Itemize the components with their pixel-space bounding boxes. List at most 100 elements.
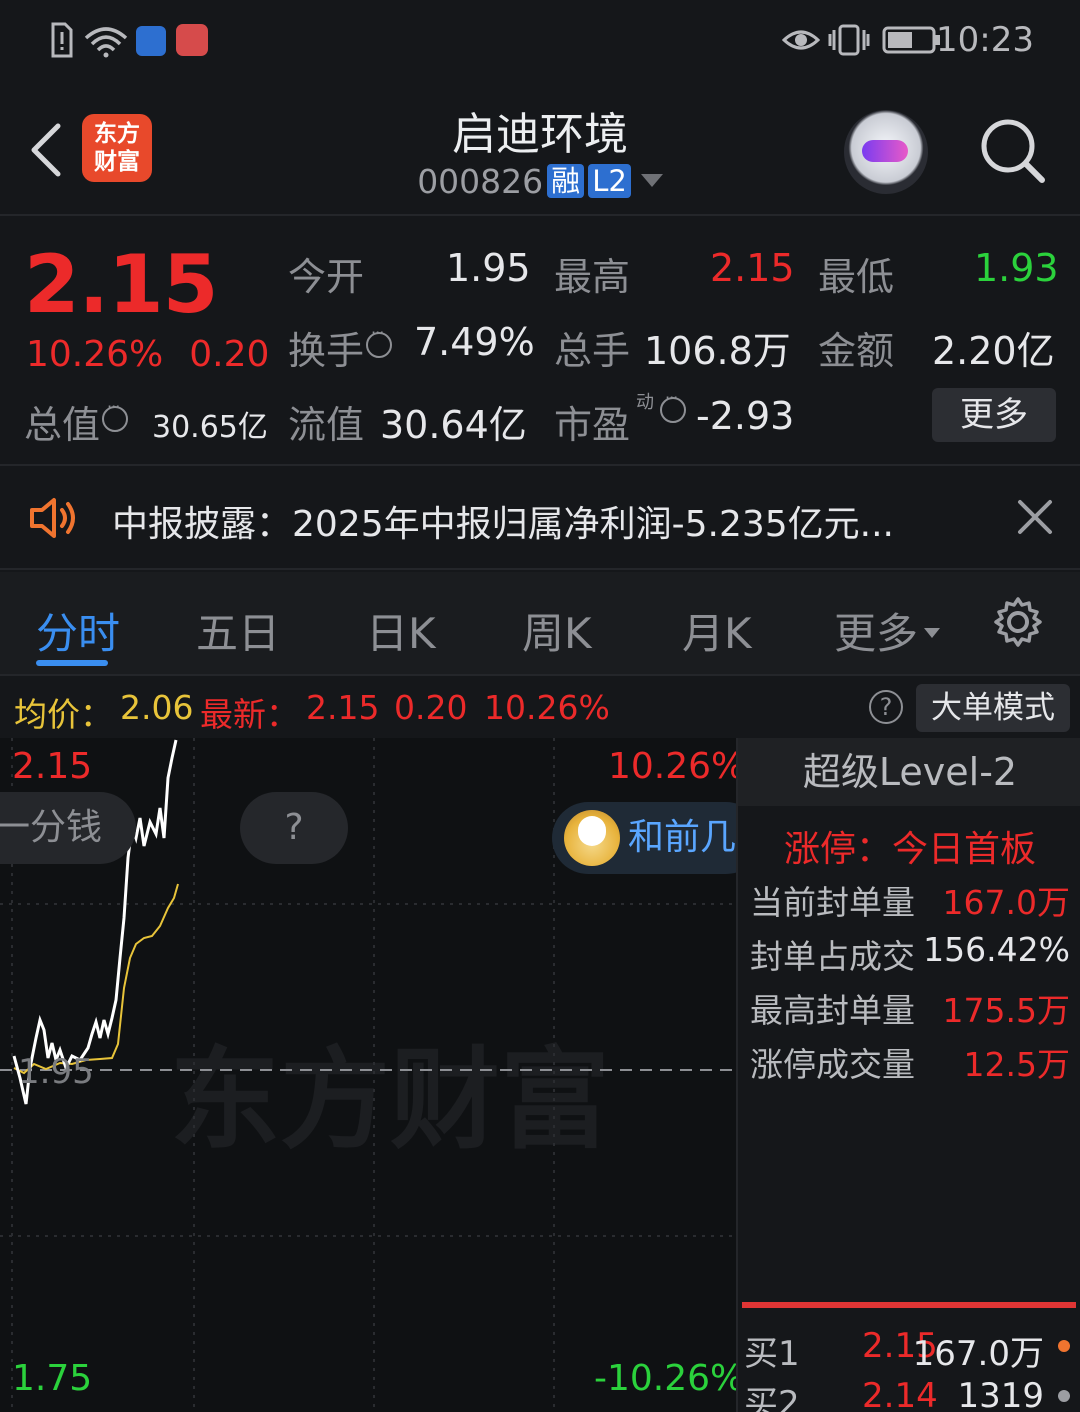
intraday-chart[interactable]: 东方财富 2.15 1.95 1.75 10.26% -10.26% 一分钱 ?… [0, 738, 736, 1412]
robot-assistant-icon[interactable] [844, 110, 928, 194]
rabbit-mascot-icon [564, 810, 620, 866]
orderbook-level: 买1 [744, 1334, 800, 1374]
row-value: 167.0万 [942, 883, 1070, 922]
low-value: 1.93 [974, 246, 1059, 290]
tab-five-day[interactable]: 五日 [196, 600, 280, 661]
huawei-app-icon [176, 24, 208, 56]
tab-intraday[interactable]: 分时 [36, 600, 120, 661]
level2-row: 最高封单量 175.5万 [750, 984, 1070, 1032]
turnover-label-text: 换手 [288, 329, 365, 373]
history-compare-text: 和前几 [628, 817, 736, 858]
row-label: 当前封单量 [750, 883, 915, 922]
market-cap-label[interactable]: 总值 [24, 394, 129, 449]
sim-alert-icon [51, 22, 73, 58]
row-label: 涨停成交量 [750, 1045, 915, 1084]
y-axis-top: 2.15 [12, 746, 93, 787]
current-price: 2.15 [24, 238, 218, 331]
float-cap-value: 30.64亿 [380, 403, 527, 447]
level2-row: 涨停成交量 12.5万 [750, 1038, 1070, 1086]
orderbook-row[interactable]: 买2 2.14 1319 [744, 1376, 1074, 1412]
latest-pct: 10.26% [484, 688, 610, 727]
status-time: 10:23 [936, 20, 1034, 60]
orderbook-price: 2.14 [862, 1376, 938, 1412]
quote-panel: 2.15 10.26% 0.20 今开 1.95 最高 2.15 最低 1.93 … [0, 218, 1080, 466]
volume-value: 106.8万 [644, 329, 791, 373]
row-value: 12.5万 [963, 1045, 1070, 1084]
avg-price-value: 2.06 [120, 688, 194, 727]
level2-badge: L2 [588, 164, 631, 198]
order-ratio-bar [742, 1302, 1076, 1308]
limit-up-status: 涨停：今日首板 [783, 829, 1036, 870]
tab-more-label: 更多 [834, 609, 919, 658]
pct-axis-top: 10.26% [608, 746, 736, 787]
change-amount: 0.20 [189, 334, 270, 375]
help-icon[interactable]: ? [869, 690, 903, 724]
more-fields-button[interactable]: 更多 [932, 388, 1056, 442]
level2-panel[interactable]: 超级Level-2 涨停：今日首板 当前封单量 167.0万 封单占成交 156.4… [736, 738, 1080, 1412]
orderbook-level: 买2 [744, 1384, 800, 1412]
high-value: 2.15 [710, 246, 795, 290]
tab-more[interactable]: 更多 [834, 600, 941, 661]
amount-value: 2.20亿 [932, 329, 1055, 373]
big-order-mode-button[interactable]: 大单模式 [916, 684, 1070, 732]
battery-icon [882, 26, 940, 54]
margin-badge: 融 [547, 164, 585, 198]
latest-price-value: 2.15 [306, 688, 380, 727]
status-dot-icon [1058, 1390, 1070, 1402]
pe-info[interactable] [658, 388, 686, 438]
pe-superscript: 动 [636, 392, 654, 413]
question-pill[interactable]: ? [240, 792, 348, 864]
status-dot-icon [1058, 1340, 1070, 1352]
tab-weekly-k[interactable]: 周K [522, 600, 592, 661]
avg-price-label: 均价： [14, 695, 113, 734]
info-dots-icon [102, 397, 129, 432]
stock-code: 000826 [417, 162, 544, 201]
dropdown-caret-icon [640, 174, 663, 187]
close-icon[interactable] [1016, 498, 1054, 536]
announcement-bar[interactable]: 中报披露：2025年中报归属净利润-5.235亿元... [0, 468, 1080, 570]
stock-header: 东方 财富 启迪环境 000826 融 L2 [0, 80, 1080, 216]
orderbook-qty: 1319 [957, 1376, 1044, 1412]
price-change: 10.26% 0.20 [26, 334, 269, 375]
turnover-value: 7.49% [414, 320, 535, 364]
volume-label: 总手 [554, 329, 631, 373]
float-cap-label: 流值 [288, 403, 365, 447]
open-value: 1.95 [446, 246, 531, 290]
row-value: 156.42% [923, 930, 1070, 969]
row-label: 最高封单量 [750, 991, 915, 1030]
avg-price-line [13, 883, 179, 1075]
level2-title[interactable]: 超级Level-2 [738, 738, 1080, 806]
announcement-text: 中报披露：2025年中报归属净利润-5.235亿元... [112, 504, 894, 545]
pct-axis-bottom: -10.26% [594, 1358, 736, 1399]
status-bar: 10:23 [0, 0, 1080, 80]
row-label: 封单占成交 [750, 937, 915, 976]
level2-row: 当前封单量 167.0万 [750, 876, 1070, 924]
chart-tabs: 分时 五日 日K 周K 月K 更多 [0, 572, 1080, 676]
tab-daily-k[interactable]: 日K [366, 600, 436, 661]
y-axis-mid: 1.95 [18, 1052, 94, 1092]
orderbook-qty: 167.0万 [912, 1334, 1044, 1374]
low-label: 最低 [818, 255, 895, 299]
open-label: 今开 [288, 255, 365, 299]
one-cent-pill[interactable]: 一分钱 [0, 792, 136, 864]
settings-gear-icon[interactable] [992, 596, 1044, 648]
pe-value: -2.93 [696, 394, 795, 438]
active-tab-indicator [36, 660, 108, 666]
market-cap-value: 30.65亿 [152, 410, 268, 445]
tab-monthly-k[interactable]: 月K [682, 600, 752, 661]
level2-row: 封单占成交 156.42% [750, 930, 1070, 978]
dropdown-caret-icon [924, 628, 941, 638]
market-cap-label-text: 总值 [24, 403, 101, 447]
amount-label: 金额 [818, 329, 895, 373]
y-axis-bottom: 1.75 [12, 1358, 93, 1399]
vibrate-icon [828, 24, 870, 56]
turnover-label[interactable]: 换手 [288, 320, 393, 375]
search-icon[interactable] [976, 114, 1048, 186]
security-app-icon [136, 26, 166, 56]
pe-label: 市盈 [554, 403, 631, 447]
wifi-icon [84, 27, 128, 58]
orderbook-row[interactable]: 买1 2.15 167.0万 [744, 1326, 1074, 1375]
speaker-icon [30, 498, 75, 538]
high-label: 最高 [554, 255, 631, 299]
history-compare-pill[interactable]: 和前几 [552, 802, 736, 874]
